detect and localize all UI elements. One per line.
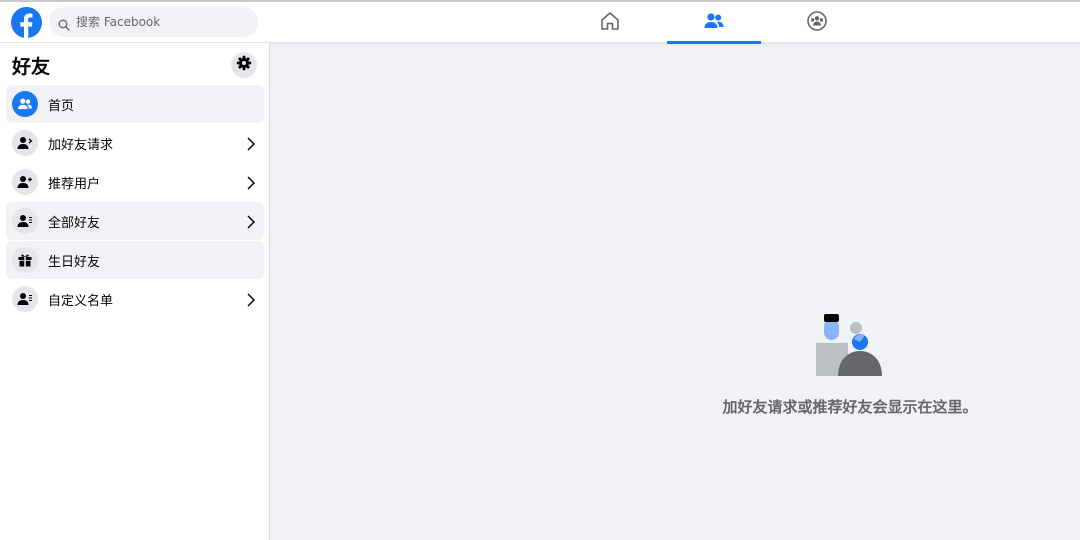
person-list-icon (12, 208, 38, 234)
sidebar-item-all-friends[interactable]: 全部好友 (6, 202, 264, 240)
chevron-right-icon (246, 292, 256, 307)
tab-home[interactable] (563, 2, 657, 43)
page-title: 好友 (12, 56, 51, 78)
sidebar: 好友 首页 加好友请求 推荐用户 全部好友 生日好友 自定义名单 (0, 43, 270, 540)
sidebar-item-label: 推荐用户 (48, 176, 101, 192)
search-input[interactable] (76, 15, 246, 29)
search-icon (58, 16, 70, 31)
sidebar-item-birthdays[interactable]: 生日好友 (6, 241, 264, 279)
facebook-logo-icon[interactable] (11, 7, 42, 38)
person-add-icon (12, 130, 38, 156)
empty-state-illustration (812, 310, 886, 380)
chevron-right-icon (246, 136, 256, 151)
sidebar-item-home[interactable]: 首页 (6, 85, 264, 123)
gift-icon (12, 247, 38, 273)
home-icon (599, 10, 621, 36)
sidebar-item-label: 全部好友 (48, 215, 101, 231)
tab-groups[interactable] (770, 2, 864, 43)
search-box[interactable] (49, 7, 258, 37)
person-list-icon (12, 286, 38, 312)
chevron-right-icon (246, 175, 256, 190)
sidebar-item-label: 生日好友 (48, 254, 101, 270)
settings-button[interactable] (231, 52, 257, 78)
groups-icon (806, 10, 828, 36)
sidebar-item-label: 首页 (48, 98, 75, 114)
tab-friends[interactable] (667, 2, 761, 44)
sidebar-item-friend-requests[interactable]: 加好友请求 (6, 124, 264, 162)
top-bar (0, 0, 1080, 44)
sidebar-item-label: 加好友请求 (48, 137, 114, 153)
sidebar-item-label: 自定义名单 (48, 293, 114, 309)
gear-icon (236, 55, 252, 75)
friends-icon (12, 91, 38, 117)
sidebar-item-suggestions[interactable]: 推荐用户 (6, 163, 264, 201)
friends-icon (703, 10, 725, 36)
chevron-right-icon (246, 214, 256, 229)
sidebar-item-custom-lists[interactable]: 自定义名单 (6, 280, 264, 318)
person-plus-icon (12, 169, 38, 195)
empty-state-message: 加好友请求或推荐好友会显示在这里。 (722, 398, 978, 416)
